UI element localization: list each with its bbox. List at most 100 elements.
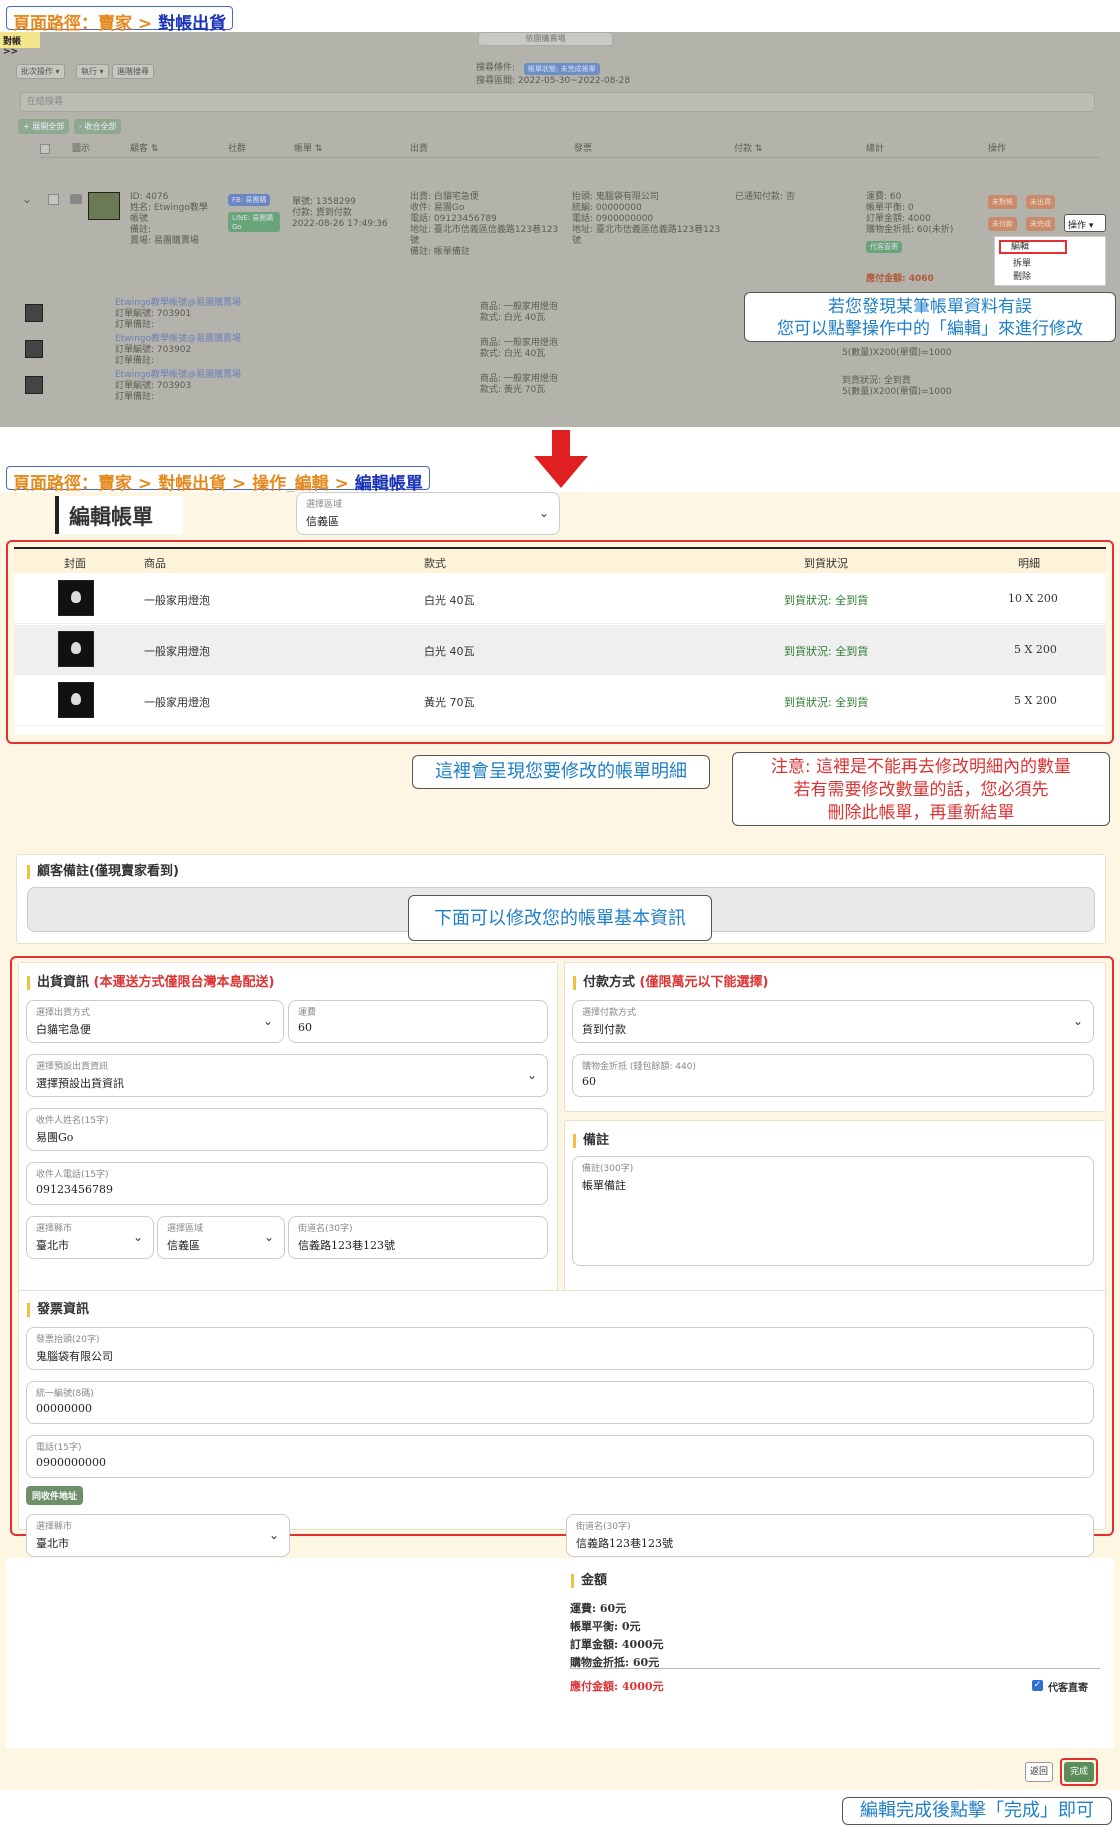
breadcrumb-prefix: 頁面路徑：賣家 > bbox=[13, 14, 159, 34]
callout-done: 編輯完成後點擊「完成」即可 bbox=[842, 1797, 1112, 1825]
receiver-name-input[interactable]: 收件人姓名(15字) 易團Go bbox=[26, 1108, 548, 1151]
invoice-phone-label: 電話(15字) bbox=[36, 1443, 82, 1453]
expand-all-button[interactable]: + 展開全部 bbox=[18, 119, 70, 134]
bill-info: 單號: 1358299 付款: 貨到付款 2022-08-26 17:49:36 bbox=[292, 197, 388, 229]
customer-note-title: 顧客備註(僅現賣家看到) bbox=[27, 865, 179, 879]
sub-thumb-2 bbox=[25, 340, 43, 358]
invoice-city-select[interactable]: 選擇縣市 臺北市 ⌄ bbox=[26, 1514, 290, 1557]
invoice-district-select[interactable]: 選擇區域 信義區 ⌄ bbox=[296, 492, 560, 535]
breadcrumb-top: 頁面路徑：賣家 > 對帳出貨 bbox=[6, 6, 234, 34]
sub-buyer-3[interactable]: Etwingo教學帳號@易團購賣場 bbox=[115, 370, 241, 381]
credit-input[interactable]: 購物金折抵 (錢包餘額: 440) 60 bbox=[572, 1054, 1094, 1097]
checkbox-icon[interactable]: ✓ bbox=[1032, 1680, 1043, 1691]
sidebar-tag[interactable]: 對帳 >> bbox=[0, 32, 40, 57]
chevron-down-icon: ⌄ bbox=[132, 1230, 143, 1244]
pay-method-select[interactable]: 選擇付款方式 貨到付款 ⌄ bbox=[572, 1000, 1094, 1043]
remark-title: 備註 bbox=[573, 1134, 609, 1148]
select-all-checkbox[interactable] bbox=[40, 144, 50, 154]
collapse-all-button[interactable]: - 收合全部 bbox=[74, 119, 122, 134]
pay-method-value: 貨到付款 bbox=[582, 1023, 626, 1036]
item-style: 白光 40瓦 bbox=[424, 594, 475, 607]
col-payment[interactable]: 付款 ⇅ bbox=[734, 144, 762, 155]
item-detail: 10 X 200 bbox=[1008, 592, 1058, 605]
amount-balance: 帳單平衡: 0元 bbox=[570, 1620, 641, 1633]
chevron-down-icon: ⌄ bbox=[268, 1528, 279, 1542]
payment-title-text: 付款方式 bbox=[583, 975, 636, 990]
receiver-name-value: 易團Go bbox=[36, 1131, 74, 1144]
action-menu: 編輯 拆單 刪除 bbox=[994, 236, 1106, 286]
amount-title: 金額 bbox=[571, 1574, 607, 1588]
same-address-button[interactable]: 同收件地址 bbox=[26, 1486, 84, 1505]
remark-textarea[interactable]: 備註(300字) 帳單備註 bbox=[572, 1156, 1094, 1266]
invoice-city-value: 臺北市 bbox=[36, 1537, 69, 1550]
item-product: 一般家用燈泡 bbox=[144, 696, 210, 709]
ship-method-select[interactable]: 選擇出貨方式 白貓宅急便 ⌄ bbox=[26, 1000, 284, 1043]
ship-fee-input[interactable]: 運費 60 bbox=[288, 1000, 548, 1043]
street-input[interactable]: 街道名(30字) 信義路123巷123號 bbox=[288, 1216, 548, 1259]
unshipped-button[interactable]: 未出貨 bbox=[1026, 195, 1055, 209]
ship-method-value: 白貓宅急便 bbox=[36, 1023, 91, 1036]
callout-detail: 這裡會呈現您要修改的帳單明細 bbox=[412, 755, 710, 789]
th-product: 商品 bbox=[144, 557, 166, 570]
sub-order-2: 訂單編號: 703902 訂單備註: bbox=[115, 345, 192, 366]
invoice-title-input[interactable]: 發票抬頭(20字) 鬼腦袋有限公司 bbox=[26, 1327, 1094, 1370]
invoice-info: 抬頭: 鬼腦袋有限公司 統編: 00000000 電話: 0900000000 … bbox=[572, 192, 721, 246]
bulb-icon bbox=[58, 580, 94, 616]
item-style: 黃光 70瓦 bbox=[424, 696, 475, 709]
search-input[interactable]: 在結搜尋 bbox=[20, 92, 1095, 112]
tax-id-input[interactable]: 統一編號(8碼) 00000000 bbox=[26, 1381, 1094, 1424]
ship-fee-label: 運費 bbox=[298, 1008, 317, 1018]
item-detail: 5 X 200 bbox=[1014, 643, 1057, 656]
sub-order-1: 訂單編號: 703901 訂單備註: bbox=[115, 309, 192, 330]
item-status: 到貨狀況: 全到貨 bbox=[784, 696, 869, 709]
execute-button[interactable]: 執行 ▾ bbox=[76, 64, 109, 79]
invoice-phone-value: 0900000000 bbox=[36, 1456, 106, 1469]
done-button[interactable]: 完成 bbox=[1064, 1762, 1094, 1782]
filter-range: 搜尋區間: 2022-05-30~2022-08-28 bbox=[476, 76, 631, 86]
preset-select[interactable]: 選擇預設出貨資訊 選擇預設出貨資訊 ⌄ bbox=[26, 1054, 548, 1097]
th-detail: 明細 bbox=[1018, 557, 1040, 570]
menu-delete[interactable]: 刪除 bbox=[1013, 269, 1031, 282]
unnotified-button[interactable]: 未付款 bbox=[988, 217, 1017, 231]
bill-table-header: 圖示 顧客 ⇅ 社群 帳單 ⇅ 出貨 發票 付款 ⇅ 總計 操作 bbox=[40, 142, 1100, 158]
sub-buyer-1[interactable]: Etwingo教學帳號@易團購賣場 bbox=[115, 298, 241, 309]
remark-value: 帳單備註 bbox=[582, 1179, 626, 1192]
store-select[interactable]: 依團購賣場 bbox=[478, 32, 613, 46]
shipping-title-text: 出貨資訊 bbox=[37, 975, 90, 990]
batch-button[interactable]: 批次操作 ▾ bbox=[16, 64, 65, 79]
sub-order-3: 訂單編號: 703903 訂單備註: bbox=[115, 381, 192, 402]
amount-shipping: 運費: 60元 bbox=[570, 1602, 627, 1615]
sub-buyer-2[interactable]: Etwingo教學帳號@易團購賣場 bbox=[115, 334, 241, 345]
back-button[interactable]: 返回 bbox=[1025, 1762, 1053, 1782]
col-customer[interactable]: 顧客 ⇅ bbox=[130, 144, 158, 155]
row-checkbox[interactable] bbox=[48, 194, 59, 205]
unfinished-button[interactable]: 未完成 bbox=[1026, 217, 1055, 231]
shipping-title: 出貨資訊 (本運送方式僅限台灣本島配送) bbox=[27, 976, 274, 990]
reconciliation-screen: 對帳 >> 依團購賣場 批次操作 ▾ 執行 ▾ 進階搜尋 搜尋條件: 帳單狀態:… bbox=[0, 32, 1120, 427]
th-status: 到貨狀況 bbox=[804, 557, 848, 570]
invoice-district-value: 信義區 bbox=[306, 515, 339, 528]
preset-label: 選擇預設出貨資訊 bbox=[36, 1062, 109, 1072]
receiver-phone-input[interactable]: 收件人電話(15字) 09123456789 bbox=[26, 1162, 548, 1205]
advanced-search-button[interactable]: 進階搜尋 bbox=[112, 64, 154, 79]
bulb-icon bbox=[58, 631, 94, 667]
item-detail: 5 X 200 bbox=[1014, 694, 1057, 707]
unpaid-button[interactable]: 未對帳 bbox=[988, 195, 1017, 209]
menu-edit[interactable]: 編輯 bbox=[999, 240, 1067, 254]
customer-info: ID: 4076 姓名: Etwingo教學帳號 備註: 賣場: 易團購賣場 bbox=[130, 192, 208, 246]
invoice-phone-input[interactable]: 電話(15字) 0900000000 bbox=[26, 1435, 1094, 1478]
invoice-title-value: 鬼腦袋有限公司 bbox=[36, 1350, 113, 1363]
receiver-phone-value: 09123456789 bbox=[36, 1183, 113, 1196]
col-bill[interactable]: 帳單 ⇅ bbox=[294, 144, 322, 155]
sub-qty-2: 5(數量)X200(單價)=1000 bbox=[842, 348, 952, 358]
chevron-down-icon: ⌄ bbox=[538, 506, 549, 520]
city-select[interactable]: 選擇縣市 臺北市 ⌄ bbox=[26, 1216, 154, 1259]
action-dropdown-button[interactable]: 操作 ▾ bbox=[1064, 214, 1106, 232]
menu-split[interactable]: 拆單 bbox=[1013, 256, 1031, 269]
invoice-street-input[interactable]: 街道名(30字) 信義路123巷123號 bbox=[566, 1514, 1094, 1557]
district-select[interactable]: 選擇區域 信義區 ⌄ bbox=[157, 1216, 285, 1259]
amount-order: 訂單金額: 4000元 bbox=[570, 1638, 664, 1651]
expand-chevron-icon[interactable]: ⌄ bbox=[22, 193, 32, 205]
due-amount: 應付金額: 4060 bbox=[866, 274, 934, 284]
amount-card: 金額 運費: 60元 帳單平衡: 0元 訂單金額: 4000元 購物金折抵: 6… bbox=[6, 1558, 1114, 1748]
